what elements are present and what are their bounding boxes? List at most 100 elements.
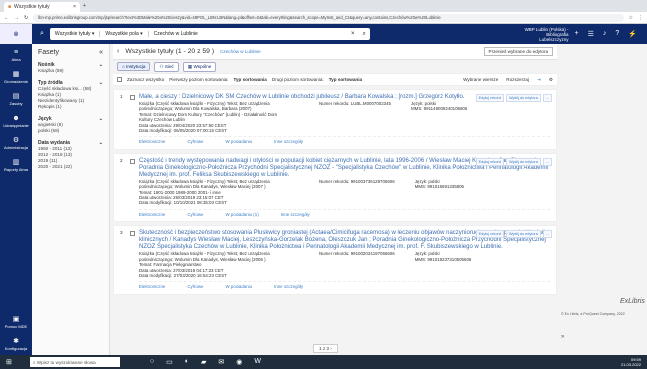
nav-raporty[interactable]: ▥ Raporty Alma [0,154,32,176]
pagination[interactable]: 1 z 3 › [313,344,338,353]
menu-icon[interactable]: ⋮ [638,15,643,21]
record-action[interactable]: W posiadaniu [225,284,252,289]
search-field-select[interactable]: Wszystkie pola ▾ [100,31,149,37]
clear-search-icon[interactable]: × [347,31,359,37]
query-link[interactable]: Czechów w Lublinie [220,49,261,54]
send-to-editor-button[interactable]: Wyślij do edytora [505,94,541,102]
edit-record-button[interactable]: Edytuj rekord [475,230,504,239]
record-checkbox[interactable] [130,95,135,100]
expand-pane-icon[interactable]: » [561,334,564,340]
reload-icon[interactable]: ↻ [24,15,28,21]
tab-wspolne[interactable]: ▦ Wspólne [182,61,217,72]
nav-zasoby[interactable]: ▤ Zasoby [0,88,32,110]
record-action[interactable]: Cyfrowe [187,212,203,217]
record-action[interactable]: Inne szczegóły [281,212,310,217]
tab-siec[interactable]: ⚇ Sieć [154,61,179,72]
facet-value[interactable]: Rękopis (1) [38,104,103,110]
more-button[interactable]: ... [542,230,552,239]
help-icon[interactable]: ? [615,30,619,38]
nav-label: Raporty Alma [3,167,28,172]
browser-tab[interactable]: ■ Wszystkie tytuły × [4,2,80,12]
facet-value[interactable]: 2020 - 2021 (22) [38,164,103,170]
mail-icon[interactable]: ✉ [218,358,224,366]
search-scope-label: Wszystkie tytuły [54,31,91,37]
sort1-select[interactable]: Typ sortowania [234,77,267,82]
nav-pomoc[interactable]: ▣ Pomoc MDE [0,311,32,333]
user-institution[interactable]: WBP Lublin (Polska) - Bibliografia Lubel… [495,27,575,42]
edit-record-button[interactable]: Edytuj rekord [475,94,504,102]
record-action[interactable]: Cyfrowe [187,139,203,144]
nav-administracja[interactable]: ⚙ Administracja [0,132,32,154]
more-button[interactable]: ... [542,157,552,166]
record-action[interactable]: W posiadaniu [225,139,252,144]
nav-label: Pomoc MDE [4,324,28,329]
sort2-select[interactable]: Typ sortowania [329,77,362,82]
folder-icon[interactable]: ▰ [201,358,206,366]
chevron-down-icon: ⌄ [98,62,103,68]
nav-label: Administracja [3,145,28,150]
tab-instytucja[interactable]: ⌂ Instytucja [117,62,151,71]
taskview-icon[interactable]: ▭ [166,358,173,366]
record-action[interactable]: Inne szczegóły [274,284,303,289]
lightning-icon[interactable]: ⚡ [628,30,637,38]
facet-group: Język ⌄ angielski (8) polski (59) [38,116,103,134]
search-bar: Wszystkie tytuły ▾ Wszystkie pola ▾ Czec… [49,28,370,40]
send-to-editor-button[interactable]: Wyślij do edytora [505,230,541,239]
facet-group: Data wydania ⌄ 1960 - 2011 (13) 2012 - 20… [38,140,103,170]
taskbar-search[interactable]: ⌕ Wpisz tu wyszukiwane słowa [29,357,120,367]
windows-start-icon[interactable]: ⊞ [6,358,12,366]
record-checkbox[interactable] [130,158,135,164]
settings-gear-icon[interactable]: ⚙ [549,77,553,83]
new-tab-icon[interactable]: + [83,3,86,9]
move-to-editor-button[interactable]: Przenieś wybrane do edytora [483,47,553,56]
bell-icon[interactable]: ♪ [603,30,607,38]
close-tab-icon[interactable]: × [73,4,76,10]
send-to-editor-button[interactable]: Wyślij do edytora [505,157,541,166]
record-format: Książka (Część składowa książki - Fizycz… [139,251,270,262]
star-icon[interactable]: ☆ [629,15,633,21]
search-scope-select[interactable]: Wszystkie tytuły ▾ [50,31,101,37]
forward-icon[interactable]: → [14,15,19,21]
persistent-search-icon[interactable]: ⌕ [40,30,44,38]
record-action[interactable]: W posiadaniu (1) [225,212,258,217]
page-title: Wszystkie tytuły (1 - 20 z 59 ) [125,48,215,55]
export-icon[interactable]: ⇥ [537,77,541,83]
search-icon[interactable]: ⌕ [359,31,370,38]
record-checkbox[interactable] [130,231,135,237]
url-field[interactable]: lbn-mp.primo.exlibrisgroup.com/mp/jsp/se… [33,13,624,22]
edit-record-button[interactable]: Edytuj rekord [475,157,504,166]
more-button[interactable]: ... [542,94,552,102]
search-input[interactable]: Czechów w Lublinie [149,31,347,37]
task-view-icon[interactable]: ○ [150,358,154,366]
settings-icon: ✱ [13,338,19,345]
tab-favicon-icon: ■ [8,4,12,10]
nav-udostepnianie[interactable]: ☻ Udostępnianie [0,110,32,132]
record-action[interactable]: Inne szczegóły [274,139,303,144]
plus-icon[interactable]: + [575,30,579,38]
system-tray[interactable]: 09:59 21.03.2022 [621,357,647,367]
task-list-icon[interactable]: ☰ [588,30,594,38]
facet-value[interactable]: polski (59) [38,128,103,134]
edge-icon[interactable]: ◐ [185,358,189,366]
collapse-icon[interactable]: « [99,49,103,56]
chrome-icon[interactable]: ◉ [236,358,242,366]
record-action[interactable]: Elektroniczne [139,212,165,217]
record-action[interactable]: Cyfrowe [187,284,203,289]
select-all-checkbox[interactable] [117,77,122,82]
address-bar: ← → ↻ lbn-mp.primo.exlibrisgroup.com/mp/… [0,12,647,24]
alma-logo-icon[interactable]: ◎ [0,24,32,44]
word-icon[interactable]: W [254,358,261,366]
next-page-icon[interactable]: › [330,346,332,351]
back-icon[interactable]: ← [4,15,9,21]
taskbar-search-label: Wpisz tu wyszukiwane słowa [36,359,96,365]
expand-button[interactable]: Rozszerzaj [506,77,529,82]
selected-rows-button[interactable]: Wybrane wiersze [463,77,498,82]
record-action[interactable]: Elektroniczne [139,284,165,289]
nav-konfiguracja[interactable]: ✱ Konfiguracja [0,333,32,355]
list-item: 1 Małe, a cieszy : Dzielnicowy DK SM Cze… [113,89,557,150]
nav-gromadzenie[interactable]: ▦ Gromadzenie [0,66,32,88]
nav-alma[interactable]: ≡ Alma [0,44,32,66]
facet-value[interactable]: Książka (59) [38,68,103,74]
back-arrow-icon[interactable]: ‹ [117,48,119,55]
record-action[interactable]: Elektroniczne [139,139,165,144]
